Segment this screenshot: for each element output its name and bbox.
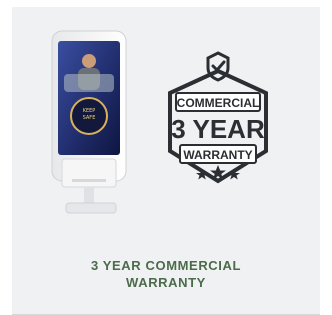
product-title-line2: WARRANTY: [126, 275, 206, 290]
svg-text:COMMERCIAL: COMMERCIAL: [177, 96, 260, 110]
warranty-badge: COMMERCIAL 3 YEAR WARRANTY: [168, 51, 268, 184]
svg-text:SAFE: SAFE: [83, 115, 96, 121]
product-card[interactable]: KEEP SAFE COMMERCIAL 3 YEAR WARRANTY 3 Y…: [12, 7, 320, 315]
product-title-line1: 3 YEAR COMMERCIAL: [90, 258, 242, 273]
svg-text:3 YEAR: 3 YEAR: [171, 114, 265, 144]
stars-icon: [196, 165, 240, 180]
svg-text:KEEP: KEEP: [83, 108, 96, 114]
kiosk-image: KEEP SAFE: [51, 30, 127, 214]
svg-text:WARRANTY: WARRANTY: [183, 148, 252, 162]
product-title: 3 YEAR COMMERCIAL WARRANTY: [12, 257, 320, 291]
